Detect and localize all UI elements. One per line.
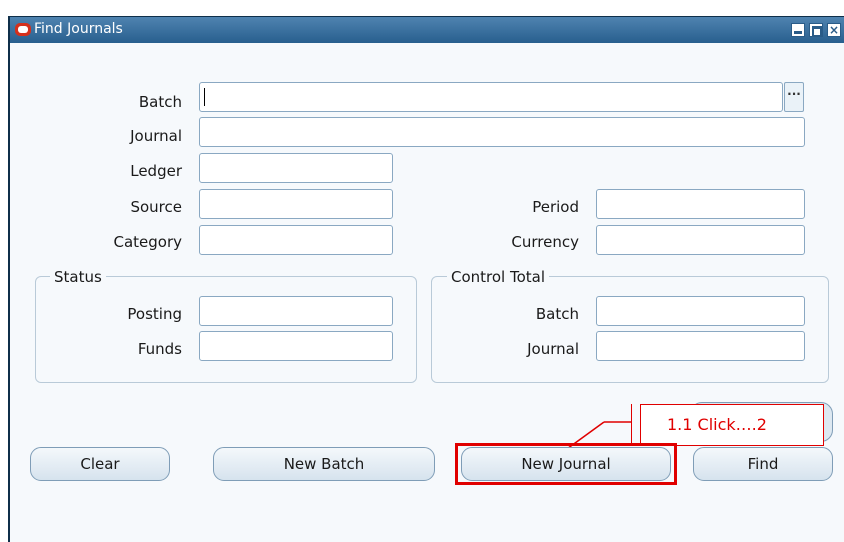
callout-tick [631,404,632,446]
highlight-box [455,443,677,485]
callout-box: 1.1 Click….2 [640,404,824,446]
new-batch-button[interactable]: New Batch [213,447,435,481]
find-button[interactable]: Find [693,447,833,481]
clear-button[interactable]: Clear [30,447,170,481]
